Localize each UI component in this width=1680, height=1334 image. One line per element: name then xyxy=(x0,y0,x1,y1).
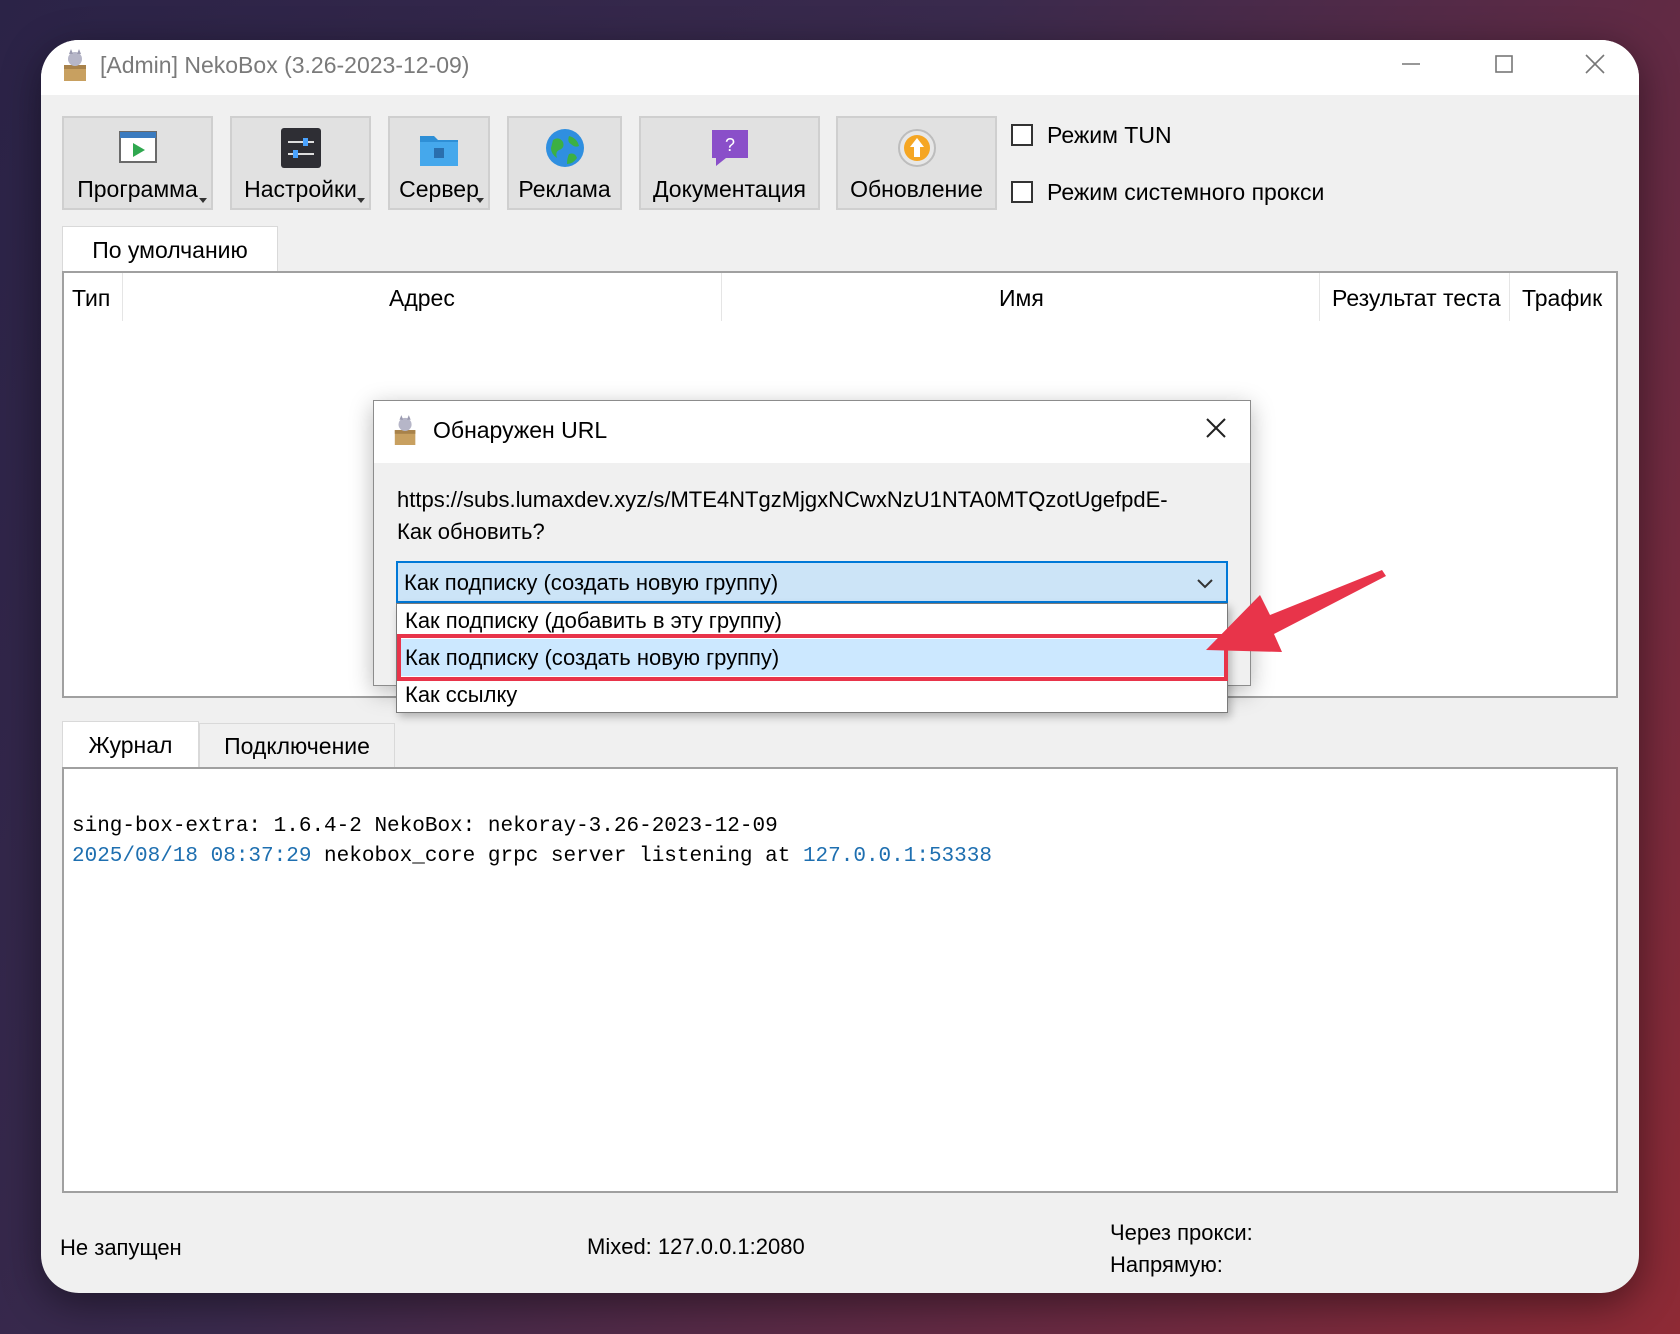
tab-default-group[interactable]: По умолчанию xyxy=(62,226,278,272)
close-icon xyxy=(1585,54,1605,74)
maximize-button[interactable] xyxy=(1484,48,1524,88)
log-line: 2025/08/18 08:37:29 nekobox_core grpc se… xyxy=(72,845,992,868)
column-header-address[interactable]: Адрес xyxy=(389,285,455,312)
dialog-title: Обнаружен URL xyxy=(433,417,608,443)
program-icon xyxy=(118,131,157,163)
status-direct: Напрямую: xyxy=(1110,1252,1223,1277)
dialog-title-bar[interactable]: Обнаружен URL xyxy=(374,401,1250,463)
dropdown-arrow-icon xyxy=(476,198,484,203)
ads-button[interactable]: Реклама xyxy=(507,116,622,210)
update-method-dropdown-list: Как подписку (добавить в эту группу) Как… xyxy=(396,603,1228,713)
documentation-button[interactable]: ? Документация xyxy=(639,116,820,210)
column-header-name[interactable]: Имя xyxy=(999,285,1044,312)
update-label: Обновление xyxy=(850,176,983,202)
log-panel[interactable]: sing-box-extra: 1.6.4-2 NekoBox: nekoray… xyxy=(62,767,1618,1193)
minimize-icon xyxy=(1402,63,1420,65)
column-separator xyxy=(1509,273,1510,321)
nekobox-app-icon xyxy=(394,415,416,445)
dropdown-arrow-icon xyxy=(357,198,365,203)
ads-label: Реклама xyxy=(518,176,611,202)
settings-icon xyxy=(280,128,321,168)
combobox-selected-value: Как подписку (создать новую группу) xyxy=(404,570,779,595)
column-separator xyxy=(1319,273,1320,321)
update-button[interactable]: Обновление xyxy=(836,116,997,210)
update-question-text: Как обновить? xyxy=(397,519,545,544)
log-address: 127.0.0.1:53338 xyxy=(802,845,992,868)
column-header-test-result[interactable]: Результат теста xyxy=(1332,285,1501,312)
close-icon xyxy=(1206,418,1226,438)
svg-text:?: ? xyxy=(724,135,734,155)
window-title: [Admin] NekoBox (3.26-2023-12-09) xyxy=(100,52,470,78)
system-proxy-checkbox[interactable] xyxy=(1011,181,1033,203)
program-label: Программа xyxy=(77,176,198,202)
log-timestamp: 2025/08/18 08:37:29 xyxy=(72,845,312,868)
close-window-button[interactable] xyxy=(1575,48,1615,88)
documentation-label: Документация xyxy=(652,176,807,202)
log-message: nekobox_core grpc server listening at xyxy=(311,845,803,868)
nekobox-app-icon xyxy=(64,49,86,81)
option-add-to-group[interactable]: Как подписку (добавить в эту группу) xyxy=(397,604,1227,639)
settings-button[interactable]: Настройки xyxy=(230,116,371,210)
column-header-type[interactable]: Тип xyxy=(72,285,110,312)
server-label: Сервер xyxy=(399,176,479,202)
server-icon xyxy=(420,136,458,166)
globe-icon xyxy=(545,129,584,167)
tun-mode-label: Режим TUN xyxy=(1047,122,1172,148)
server-button[interactable]: Сервер xyxy=(388,116,490,210)
tab-log[interactable]: Журнал xyxy=(62,721,199,767)
tun-mode-checkbox[interactable] xyxy=(1011,124,1033,146)
column-separator xyxy=(721,273,722,321)
system-proxy-label: Режим системного прокси xyxy=(1047,179,1325,205)
tab-connection[interactable]: Подключение xyxy=(199,723,395,767)
dropdown-arrow-icon xyxy=(199,198,207,203)
option-as-link[interactable]: Как ссылку xyxy=(397,676,1227,712)
status-mixed-port: Mixed: 127.0.0.1:2080 xyxy=(587,1234,805,1259)
column-header-traffic[interactable]: Трафик xyxy=(1522,285,1602,312)
column-separator xyxy=(122,273,123,321)
status-via-proxy: Через прокси: xyxy=(1110,1220,1253,1245)
log-line: sing-box-extra: 1.6.4-2 NekoBox: nekoray… xyxy=(72,815,778,838)
annotation-arrow-icon xyxy=(1206,570,1386,652)
title-bar[interactable]: [Admin] NekoBox (3.26-2023-12-09) xyxy=(41,40,1639,95)
program-button[interactable]: Программа xyxy=(62,116,213,210)
detected-url-text: https://subs.lumaxdev.xyz/s/MTE4NTgzMjgx… xyxy=(397,487,1168,512)
update-method-combobox[interactable]: Как подписку (создать новую группу) xyxy=(396,561,1228,603)
status-running-state: Не запущен xyxy=(60,1235,182,1260)
dialog-close-button[interactable] xyxy=(1198,413,1234,449)
minimize-button[interactable] xyxy=(1391,48,1431,88)
option-create-new-group[interactable]: Как подписку (создать новую группу) xyxy=(397,639,1227,676)
documentation-icon: ? xyxy=(711,130,748,166)
settings-label: Настройки xyxy=(244,176,357,202)
maximize-icon xyxy=(1495,55,1513,73)
update-icon xyxy=(897,129,936,167)
